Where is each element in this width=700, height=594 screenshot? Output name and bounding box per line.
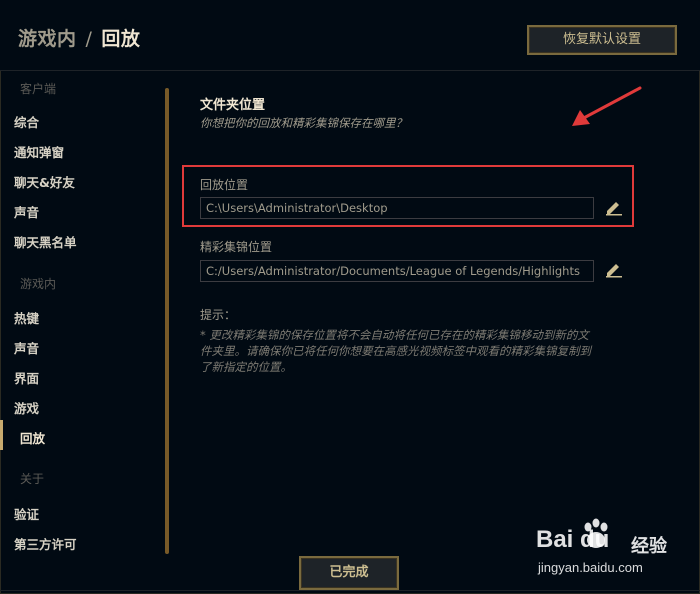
- watermark-logo-zh: 经验: [631, 536, 667, 557]
- reset-defaults-button[interactable]: 恢复默认设置: [527, 25, 677, 55]
- footer-divider: [0, 590, 700, 591]
- arrow-annotation: [572, 86, 642, 126]
- breadcrumb: 游戏内 / 回放: [18, 24, 140, 51]
- highlights-path-field[interactable]: C:/Users/Administrator/Documents/League …: [200, 260, 594, 282]
- pencil-icon[interactable]: [604, 200, 624, 216]
- folder-location-subtitle: 你想把你的回放和精彩集锦保存在哪里？: [200, 116, 407, 130]
- sidebar-item-client-sound[interactable]: 声音: [14, 202, 39, 221]
- hint-text: * 更改精彩集锦的保存位置将不会自动将任何已存在的精彩集锦移动到新的文件夹里。请…: [200, 328, 591, 374]
- section-title-about: 关于: [20, 472, 45, 486]
- pencil-icon[interactable]: [604, 262, 624, 278]
- replay-location-label: 回放位置: [200, 178, 249, 192]
- sidebar-item-chat-friends[interactable]: 聊天&好友: [14, 172, 75, 191]
- replay-path-field[interactable]: C:\Users\Administrator\Desktop: [200, 197, 594, 219]
- breadcrumb-separator: /: [85, 28, 93, 50]
- sidebar-item-game[interactable]: 游戏: [14, 398, 39, 417]
- sidebar-item-ingame-sound[interactable]: 声音: [14, 338, 39, 357]
- page-title: 回放: [101, 28, 141, 50]
- active-indicator: [0, 420, 3, 450]
- sidebar-item-verification[interactable]: 验证: [14, 504, 39, 523]
- sidebar-item-notifications[interactable]: 通知弹窗: [14, 142, 64, 161]
- sidebar-item-hotkeys[interactable]: 热键: [14, 308, 39, 327]
- sidebar-scrollbar[interactable]: [165, 88, 169, 554]
- folder-location-title: 文件夹位置: [200, 98, 266, 113]
- sidebar-item-interface[interactable]: 界面: [14, 368, 39, 387]
- watermark-url: jingyan.baidu.com: [538, 560, 643, 575]
- sidebar-item-chat-blocklist[interactable]: 聊天黑名单: [14, 232, 77, 251]
- sidebar-item-replay[interactable]: 回放: [20, 428, 45, 447]
- breadcrumb-parent[interactable]: 游戏内: [18, 28, 77, 50]
- section-title-ingame: 游戏内: [20, 277, 57, 291]
- done-button[interactable]: 已完成: [299, 556, 399, 590]
- sidebar: 客户端 综合 通知弹窗 聊天&好友 声音 聊天黑名单 游戏内 热键 声音 界面 …: [0, 70, 160, 560]
- highlights-location-label: 精彩集锦位置: [200, 240, 273, 254]
- sidebar-item-third-party-licenses[interactable]: 第三方许可: [14, 534, 77, 553]
- sidebar-item-general[interactable]: 综合: [14, 112, 39, 131]
- section-title-client: 客户端: [20, 82, 57, 96]
- baidu-paw-icon: [584, 518, 608, 548]
- header: 游戏内 / 回放 恢复默认设置: [0, 0, 700, 71]
- hint-title: 提示：: [200, 308, 237, 322]
- settings-panel: 文件夹位置 你想把你的回放和精彩集锦保存在哪里？: [180, 70, 700, 560]
- baidu-watermark: Bai du 经验 jingyan.baidu.com: [536, 518, 696, 584]
